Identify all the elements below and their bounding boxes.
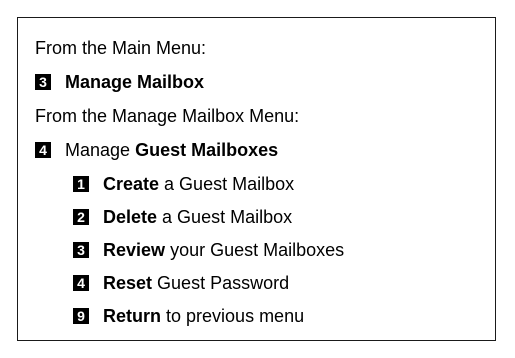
guest-option-rest: your Guest Mailboxes [165,240,345,260]
guest-option-rest: a Guest Mailbox [159,174,295,194]
mailbox-menu-option-plain: Manage [65,140,136,160]
mailbox-menu-option: 4 Manage Guest Mailboxes [35,139,278,161]
key-2-icon: 2 [73,209,89,225]
key-4-icon: 4 [73,275,89,291]
key-3-icon: 3 [35,74,51,90]
guest-option-action: Reset [103,273,153,293]
guest-option-rest: a Guest Mailbox [157,207,293,227]
guest-option-action: Delete [103,207,158,227]
main-menu-intro: From the Main Menu: [35,37,206,59]
key-4-icon: 4 [35,142,51,158]
guest-option-delete: 2 Delete a Guest Mailbox [73,206,292,228]
instruction-panel: From the Main Menu: 3 Manage Mailbox Fro… [17,17,496,341]
mailbox-menu-option-bold: Guest Mailboxes [135,140,279,160]
guest-option-action: Create [103,174,160,194]
key-1-icon: 1 [73,176,89,192]
guest-option-action: Review [103,240,166,260]
main-menu-option-label: Manage Mailbox [65,72,205,92]
mailbox-menu-intro-text: From the Manage Mailbox Menu: [35,106,300,126]
key-3-icon: 3 [73,242,89,258]
guest-option-review: 3 Review your Guest Mailboxes [73,239,344,261]
main-menu-option: 3 Manage Mailbox [35,71,204,93]
guest-option-rest: Guest Password [152,273,290,293]
guest-option-rest: to previous menu [161,306,305,326]
mailbox-menu-intro: From the Manage Mailbox Menu: [35,105,299,127]
guest-option-reset: 4 Reset Guest Password [73,272,289,294]
guest-option-return: 9 Return to previous menu [73,305,304,327]
guest-option-create: 1 Create a Guest Mailbox [73,173,294,195]
guest-option-action: Return [103,306,162,326]
main-menu-intro-text: From the Main Menu: [35,38,207,58]
key-9-icon: 9 [73,308,89,324]
